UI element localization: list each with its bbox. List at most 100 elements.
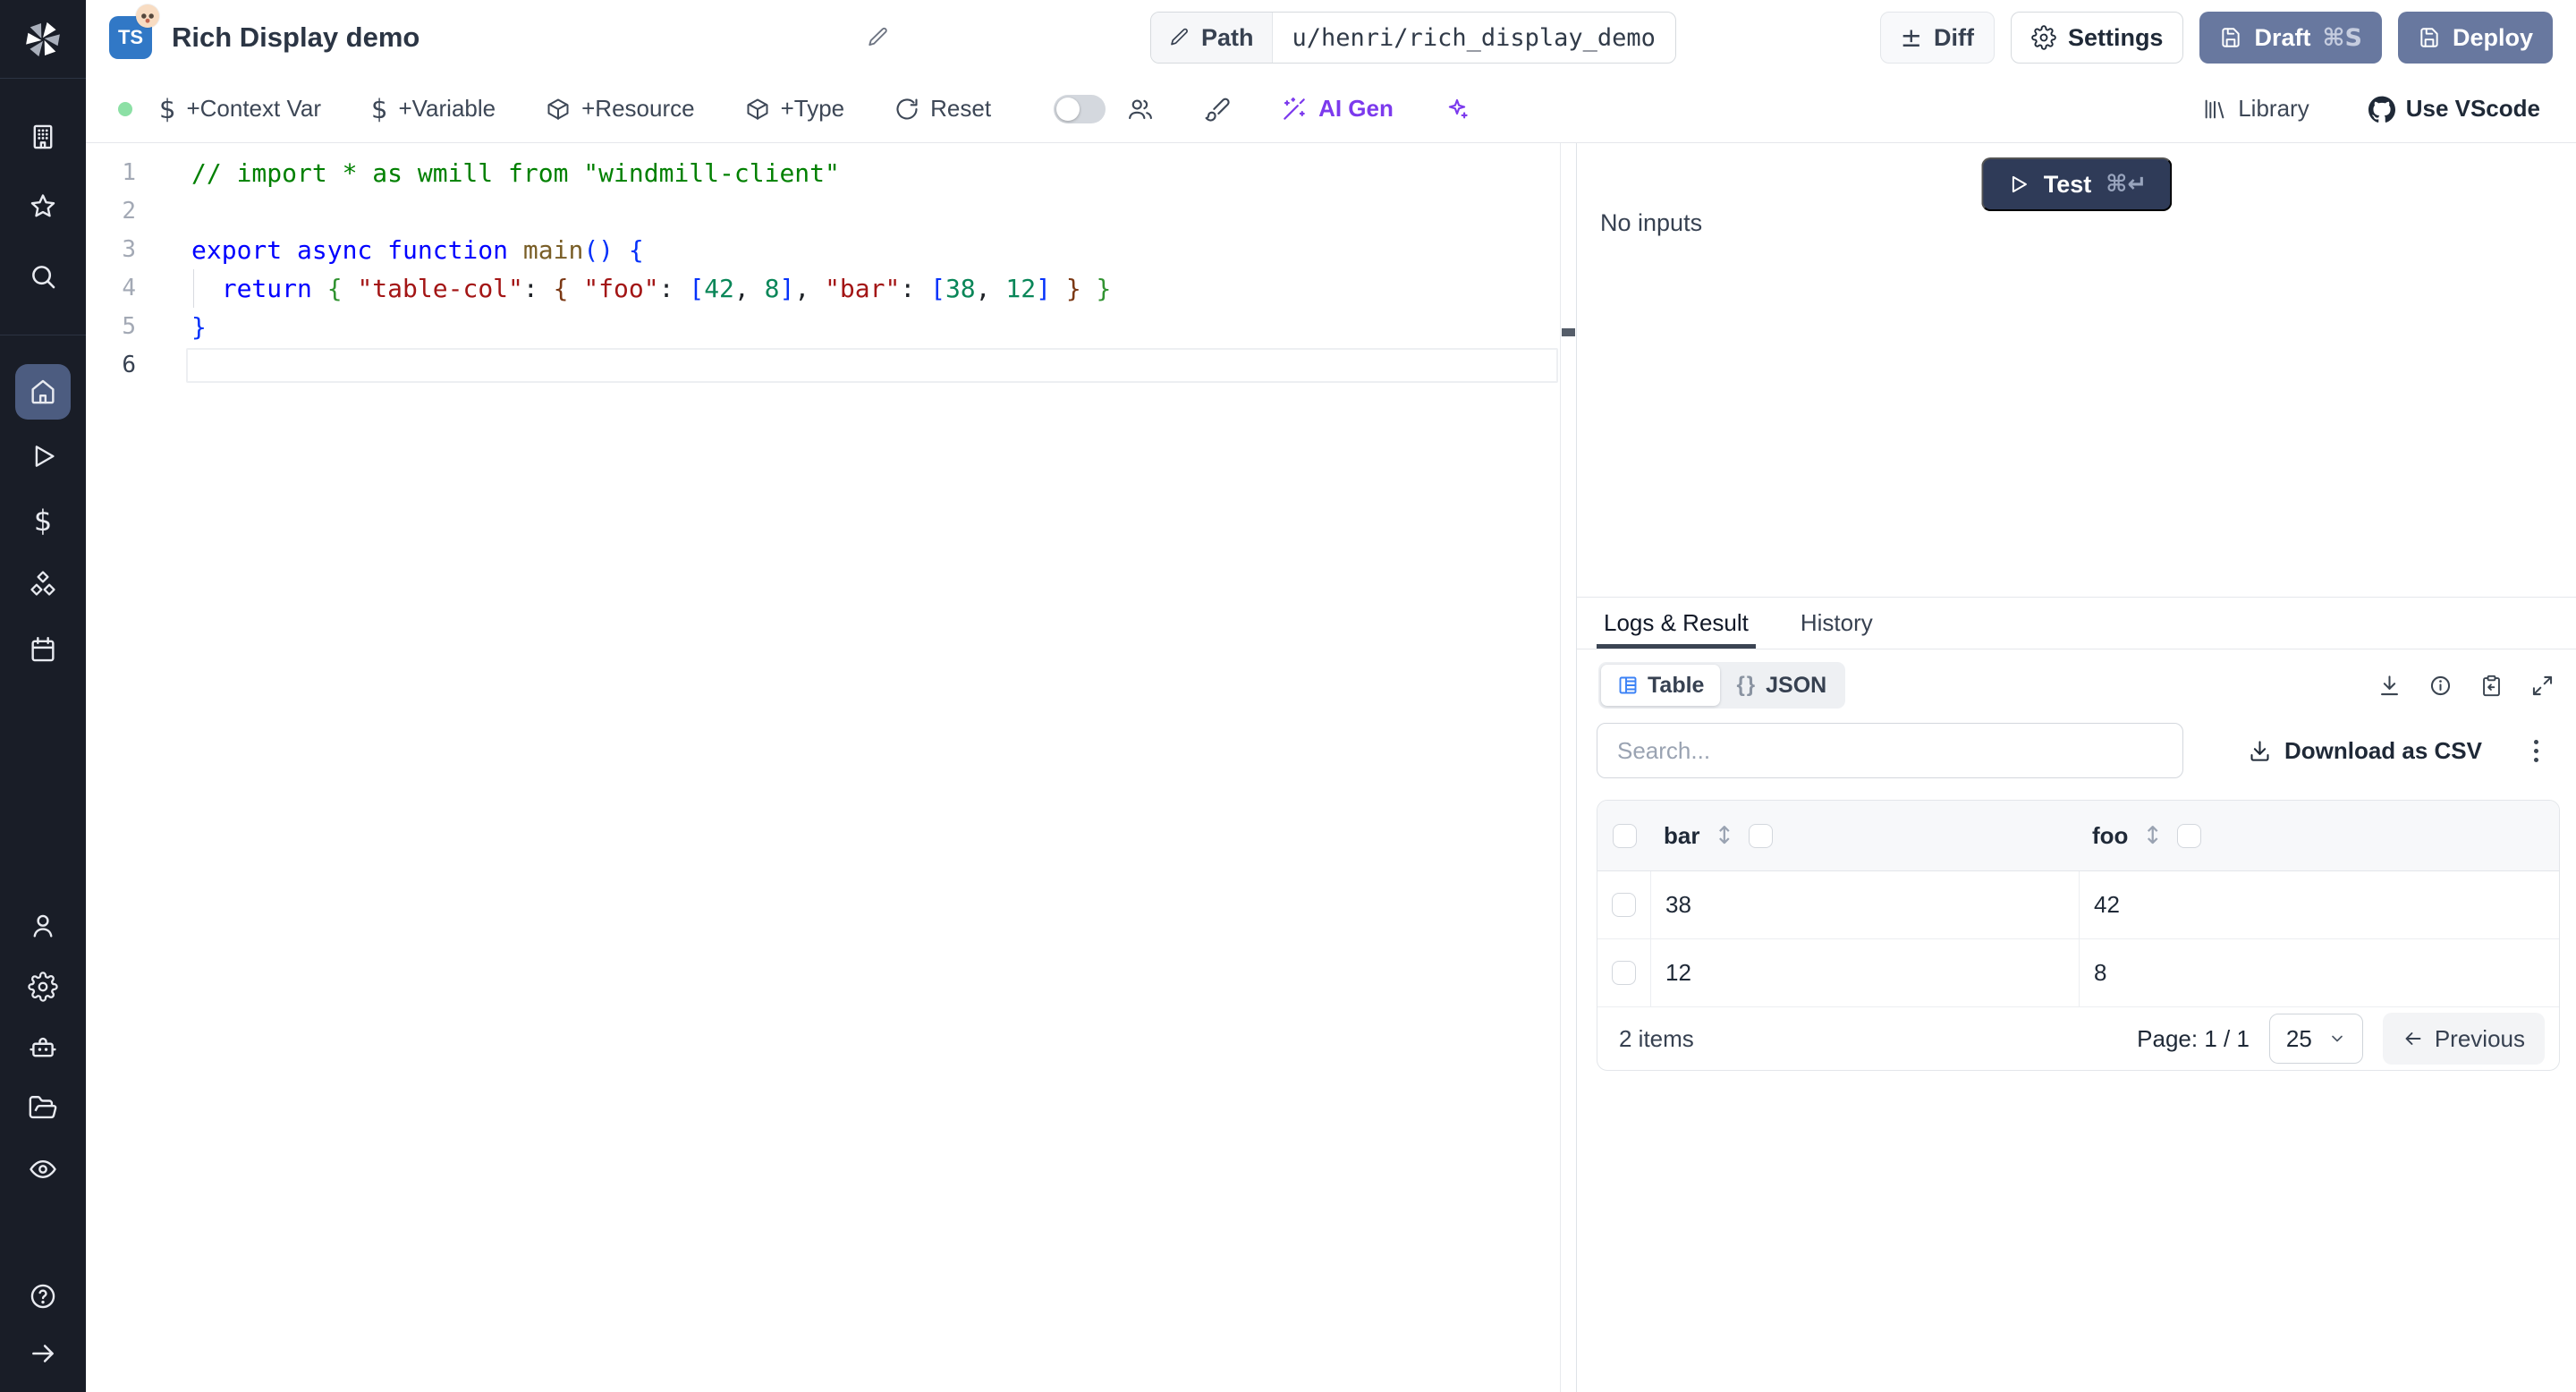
table-cell: 12	[1651, 939, 2080, 1006]
diff-button[interactable]: ± Diff	[1879, 12, 1995, 64]
search-icon	[32, 266, 55, 289]
table-menu-button[interactable]	[2529, 734, 2544, 768]
settings-button[interactable]: Settings	[2010, 12, 2184, 64]
building-icon	[33, 124, 53, 149]
header-col-foo: foo ↕	[2080, 822, 2559, 850]
sidebar-item-users[interactable]	[15, 898, 71, 954]
view-option-table[interactable]: Table	[1601, 665, 1721, 706]
edit-summary-button[interactable]	[867, 26, 890, 49]
expand-icon[interactable]	[2530, 674, 2555, 698]
ai-sparkles-button[interactable]	[1444, 96, 1470, 123]
sidebar-item-favorites[interactable]	[15, 179, 71, 234]
ai-gen-label: AI Gen	[1318, 95, 1394, 122]
magic-wand-icon	[1284, 97, 1305, 120]
sidebar-item-audit-logs[interactable]	[15, 1142, 71, 1197]
path-chip[interactable]: Path u/henri/rich_display_demo	[1150, 12, 1676, 64]
row-checkbox[interactable]	[1612, 961, 1636, 985]
sidebar-item-resources[interactable]	[15, 557, 71, 613]
sidebar-item-variables[interactable]: $	[15, 493, 71, 548]
assistant-toggle[interactable]	[1054, 94, 1106, 123]
ai-gen-button[interactable]: AI Gen	[1281, 95, 1394, 123]
code-editor[interactable]: 1 2 3 4 5 6 // import * as wmill from "windmi…	[86, 143, 1577, 1392]
eye-icon	[30, 1160, 56, 1178]
table-row: 12 8	[1597, 939, 2559, 1007]
previous-page-button[interactable]: Previous	[2382, 1013, 2545, 1065]
row-checkbox[interactable]	[1612, 893, 1636, 917]
add-type-button[interactable]: +Type	[745, 95, 844, 123]
sidebar-item-help[interactable]	[15, 1269, 71, 1324]
save-icon	[2222, 28, 2241, 47]
arrow-left-icon	[2405, 1032, 2421, 1045]
code-line[interactable]: export async function main() {	[186, 231, 1560, 269]
deploy-button-label: Deploy	[2452, 23, 2533, 51]
deploy-button[interactable]: Deploy	[2397, 12, 2553, 64]
line-number: 2	[122, 198, 136, 225]
path-value: u/henri/rich_display_demo	[1292, 23, 1656, 52]
editor-gutter: 1 2 3 4 5 6	[86, 154, 186, 385]
line-number: 1	[122, 159, 136, 186]
sort-icon[interactable]: ↕	[1714, 822, 1734, 850]
sidebar-item-workspace[interactable]	[15, 109, 71, 165]
draft-button[interactable]: Draft ⌘S	[2199, 12, 2382, 64]
library-button[interactable]: Library	[2202, 95, 2309, 123]
gear-icon	[2031, 25, 2056, 50]
sidebar-item-home[interactable]	[15, 364, 71, 420]
test-button[interactable]: Test ⌘↵	[1980, 157, 2173, 211]
result-table: bar ↕ foo ↕ 38 42 12 8 2 items Page: 1 /…	[1597, 800, 2560, 1071]
sidebar-item-workers[interactable]	[15, 1020, 71, 1075]
tab-logs-result[interactable]: Logs & Result	[1597, 598, 1756, 649]
multiplayer-button[interactable]	[1127, 96, 1154, 123]
tab-history[interactable]: History	[1801, 598, 1873, 649]
header-col-bar: bar ↕	[1651, 822, 2080, 850]
line-number: 3	[122, 236, 136, 263]
code-line[interactable]: }	[186, 308, 1560, 346]
line-number: 5	[122, 313, 136, 340]
robot-icon	[30, 1037, 56, 1057]
search-input[interactable]	[1597, 723, 2183, 778]
add-context-var-button[interactable]: $ +Context Var	[159, 94, 321, 124]
sparkles-icon	[1448, 98, 1468, 118]
info-icon[interactable]	[2428, 674, 2453, 698]
sidebar-item-settings[interactable]	[15, 959, 71, 1014]
right-panel: Test ⌘↵ No inputs Logs & Result History	[1577, 143, 2576, 1392]
column-checkbox-foo[interactable]	[2177, 823, 2202, 848]
use-vscode-button[interactable]: Use VScode	[2368, 95, 2540, 123]
table-cell: 8	[2094, 959, 2107, 986]
paintbrush-icon	[1205, 98, 1230, 122]
overview-ruler[interactable]	[1560, 143, 1576, 1392]
format-button[interactable]	[1204, 96, 1231, 123]
sidebar-item-schedules[interactable]	[15, 622, 71, 677]
code-lines: // import * as wmill from "windmill-clie…	[186, 154, 1560, 385]
sidebar-item-runs[interactable]	[15, 429, 71, 484]
sidebar-item-folders[interactable]	[15, 1081, 71, 1136]
copy-result-icon[interactable]	[2479, 674, 2504, 698]
code-line[interactable]	[186, 192, 1560, 231]
pencil-icon	[869, 27, 887, 47]
add-resource-button[interactable]: +Resource	[546, 95, 695, 123]
sidebar-expand-button[interactable]	[15, 1326, 71, 1381]
line-number: 6	[122, 352, 136, 378]
sidebar-item-search[interactable]	[15, 249, 71, 304]
download-icon[interactable]	[2377, 674, 2402, 698]
code-line[interactable]	[186, 346, 1560, 385]
download-csv-button[interactable]: Download as CSV	[2248, 737, 2482, 765]
windmill-logo[interactable]	[0, 0, 86, 79]
sidebar-lower-nav	[0, 898, 86, 1197]
code-line[interactable]: // import * as wmill from "windmill-clie…	[186, 154, 1560, 192]
view-option-json[interactable]: {} JSON	[1720, 665, 1843, 706]
items-count: 2 items	[1619, 1024, 1694, 1052]
reset-button[interactable]: Reset	[894, 95, 991, 123]
sidebar-top-nav	[0, 79, 86, 304]
view-option-table-label: Table	[1648, 672, 1705, 698]
app-window: $ TS Rich Display demo Path u/henri/rich…	[0, 0, 2576, 1392]
page-size-select[interactable]: 25	[2268, 1014, 2363, 1064]
add-variable-button[interactable]: $ +Variable	[371, 94, 496, 124]
select-all-checkbox[interactable]	[1612, 823, 1637, 848]
sort-icon[interactable]: ↕	[2142, 822, 2163, 850]
code-line[interactable]: return { "table-col": { "foo": [42, 8], …	[186, 269, 1560, 308]
pencil-icon	[1171, 28, 1188, 46]
page-title: Rich Display demo	[172, 21, 420, 53]
column-checkbox-bar[interactable]	[1749, 823, 1774, 848]
test-shortcut: ⌘↵	[2106, 171, 2148, 198]
toggle-knob	[1056, 97, 1080, 121]
